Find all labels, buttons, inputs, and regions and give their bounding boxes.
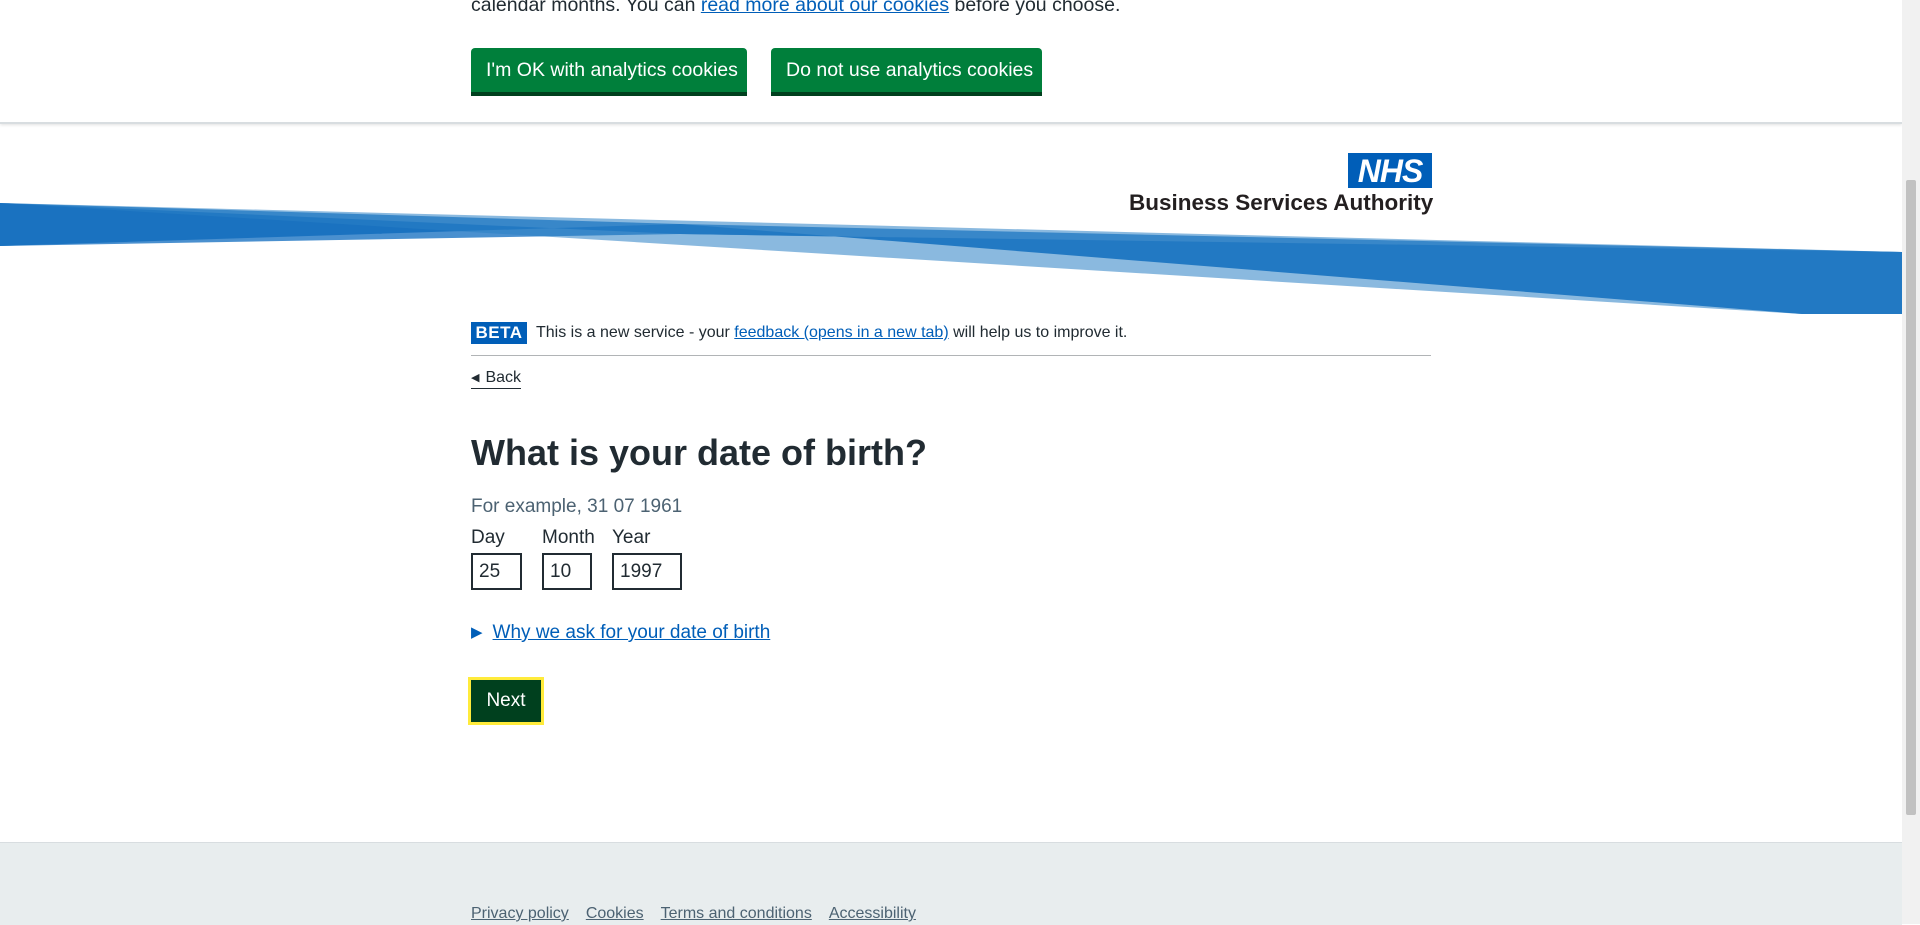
year-label: Year <box>612 527 651 548</box>
reject-analytics-cookies-button[interactable]: Do not use analytics cookies <box>771 48 1042 92</box>
read-more-cookies-link[interactable]: read more about our cookies <box>701 0 949 16</box>
chevron-left-icon: ◀ <box>471 372 480 384</box>
why-we-ask-details[interactable]: ▶ Why we ask for your date of birth <box>471 622 770 644</box>
back-link-label: Back <box>485 369 522 386</box>
beta-tag: BETA <box>471 322 527 344</box>
phase-banner: BETA This is a new service - your feedba… <box>471 322 1431 356</box>
cookie-banner-text: calendar months. You can read more about… <box>471 0 1120 17</box>
feedback-link[interactable]: feedback (opens in a new tab) <box>734 324 948 341</box>
details-summary-text: Why we ask for your date of birth <box>492 622 771 643</box>
day-label: Day <box>471 527 505 548</box>
month-label: Month <box>542 527 595 548</box>
scrollbar-thumb[interactable] <box>1906 180 1916 815</box>
footer-link-privacy[interactable]: Privacy policy <box>471 905 569 922</box>
cookie-text-before: calendar months. You can <box>471 0 701 16</box>
header-wave-graphic <box>0 203 1902 314</box>
accept-analytics-cookies-button[interactable]: I'm OK with analytics cookies <box>471 48 747 92</box>
footer-links: Privacy policy Cookies Terms and condition… <box>471 905 933 923</box>
cookie-banner: calendar months. You can read more about… <box>0 0 1902 124</box>
day-input[interactable] <box>471 553 522 590</box>
organisation-name: Business Services Authority <box>1129 190 1434 215</box>
phase-banner-text: This is a new service - your feedback (o… <box>536 324 1127 342</box>
next-button[interactable]: Next <box>468 677 544 725</box>
back-link[interactable]: ◀ Back <box>471 369 522 389</box>
year-input[interactable] <box>612 553 682 590</box>
month-input[interactable] <box>542 553 592 590</box>
site-header: NHS Business Services Authority <box>0 124 1902 314</box>
footer-link-cookies[interactable]: Cookies <box>586 905 644 922</box>
phase-text-before: This is a new service - your <box>536 324 735 341</box>
page-title: What is your date of birth? <box>471 432 927 473</box>
cookie-text-after: before you choose. <box>949 0 1121 16</box>
date-hint: For example, 31 07 1961 <box>471 496 683 517</box>
triangle-right-icon: ▶ <box>471 624 483 641</box>
nhs-logo[interactable]: NHS <box>1348 153 1432 189</box>
footer-link-terms[interactable]: Terms and conditions <box>661 905 812 922</box>
phase-text-after: will help us to improve it. <box>948 324 1128 341</box>
site-footer: Privacy policy Cookies Terms and condition… <box>0 842 1902 925</box>
footer-link-accessibility[interactable]: Accessibility <box>829 905 916 922</box>
vertical-scrollbar[interactable] <box>1902 0 1920 924</box>
